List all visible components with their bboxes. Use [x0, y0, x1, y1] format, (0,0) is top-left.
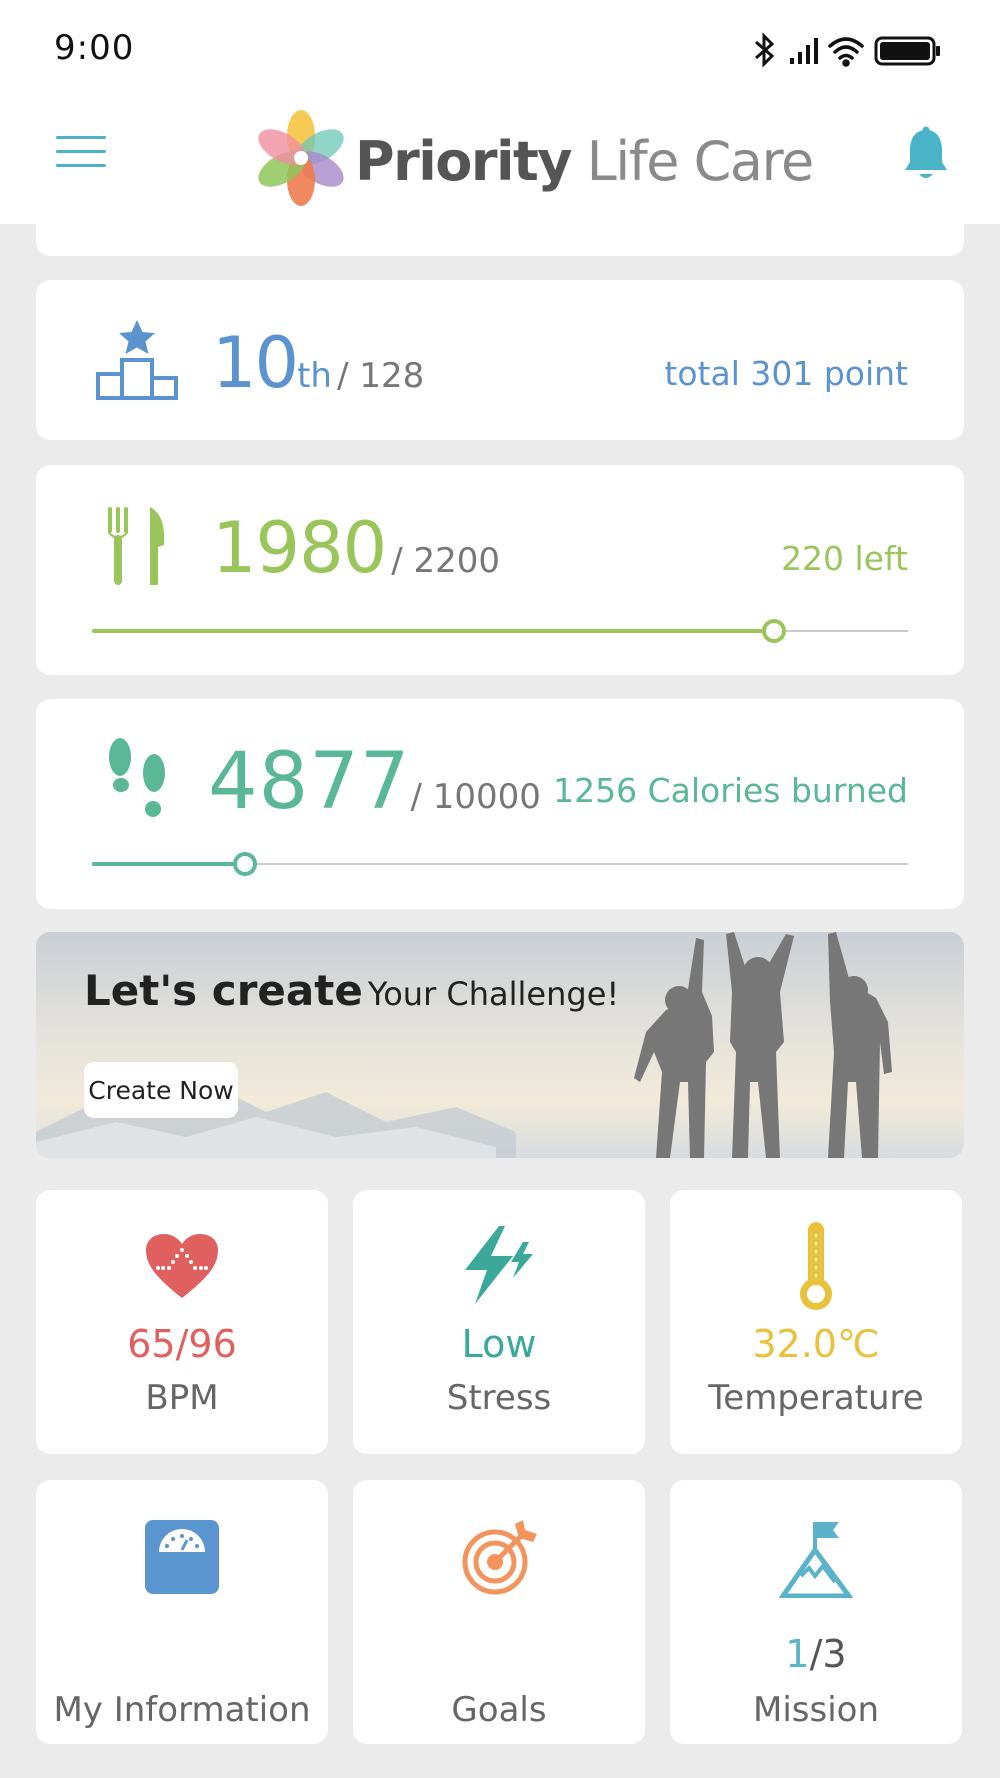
- scale-icon: [145, 1520, 219, 1594]
- rank-value: 10th / 128: [212, 322, 424, 404]
- stress-label: Stress: [446, 1378, 552, 1418]
- goals-label: Goals: [451, 1690, 547, 1730]
- steps-progress-knob[interactable]: [233, 852, 258, 876]
- heart-rate-icon: [146, 1234, 218, 1298]
- bluetooth-icon: [755, 32, 775, 68]
- mission-label: Mission: [752, 1690, 879, 1730]
- rank-position: 10: [212, 322, 299, 404]
- missions-completed: 1: [785, 1632, 810, 1676]
- calorie-progress-knob[interactable]: [762, 619, 787, 643]
- challenge-banner[interactable]: Let's create Your Challenge! Create Now: [36, 932, 964, 1158]
- goals-tile[interactable]: Goals: [353, 1480, 645, 1744]
- my-information-tile[interactable]: My Information: [36, 1480, 328, 1744]
- brand-name-secondary: Life Care: [586, 130, 815, 193]
- steps-value: 4877/ 10000: [208, 737, 541, 827]
- footprints-icon: [109, 738, 165, 817]
- steps-count: 4877: [208, 737, 411, 827]
- calorie-progress-track: [92, 619, 908, 643]
- banner-title-bold: Let's create: [84, 966, 363, 1015]
- app-header: Priority Life Care: [0, 96, 1000, 224]
- steps-goal: / 10000: [410, 777, 541, 817]
- steps-progress-fill: [92, 862, 246, 866]
- fork-knife-icon: [108, 507, 165, 585]
- status-time: 9:00: [54, 28, 135, 68]
- missions-total: /3: [809, 1632, 847, 1676]
- calorie-progress-fill: [92, 629, 775, 633]
- flower-logo-icon: [258, 110, 344, 206]
- total-points: total 301 point: [664, 354, 908, 393]
- calories-burned: 1256 Calories burned: [553, 771, 908, 810]
- notification-bell-icon[interactable]: [902, 126, 950, 184]
- my-information-label: My Information: [53, 1690, 311, 1730]
- calories-remaining: 220 left: [781, 539, 908, 578]
- status-icons: [755, 32, 940, 68]
- create-now-button[interactable]: Create Now: [84, 1062, 238, 1118]
- stress-tile[interactable]: Low Stress: [353, 1190, 645, 1454]
- brand-name: Priority Life Care: [355, 130, 815, 193]
- mountain-flag-icon: [779, 1522, 853, 1598]
- status-bar: 9:00: [0, 0, 1000, 96]
- steps-card[interactable]: 4877/ 10000 1256 Calories burned: [36, 699, 964, 909]
- rank-suffix: th: [297, 356, 332, 396]
- menu-button[interactable]: [56, 136, 106, 176]
- menu-icon-line: [56, 136, 106, 139]
- calories-consumed: 1980: [212, 507, 387, 589]
- battery-icon: [874, 36, 940, 66]
- bpm-value: 65/96: [127, 1322, 237, 1366]
- scrolled-card-edge: [36, 210, 964, 256]
- calorie-value: 1980 / 2200: [212, 507, 500, 589]
- target-goal-icon: [462, 1520, 537, 1595]
- calorie-intake-card[interactable]: 1980 / 2200 220 left: [36, 465, 964, 675]
- bpm-tile[interactable]: 65/96 BPM: [36, 1190, 328, 1454]
- temperature-value: 32.0℃: [752, 1322, 880, 1366]
- mission-progress: 1/3: [670, 1632, 962, 1676]
- podium-star-icon: [96, 320, 178, 400]
- signal-icon: [790, 38, 818, 64]
- wifi-icon: [828, 37, 864, 67]
- steps-progress-track: [92, 852, 908, 876]
- ranking-card[interactable]: 10th / 128 total 301 point: [36, 280, 964, 440]
- lightning-stress-icon: [465, 1226, 533, 1304]
- brand-name-primary: Priority: [355, 130, 572, 193]
- stress-value: Low: [461, 1322, 537, 1366]
- banner-title: Let's create Your Challenge!: [84, 966, 619, 1015]
- temperature-tile[interactable]: 32.0℃ Temperature: [670, 1190, 962, 1454]
- banner-title-light: Your Challenge!: [367, 975, 620, 1013]
- rank-total: / 128: [337, 356, 425, 396]
- app-logo: Priority Life Care: [255, 108, 814, 208]
- mission-tile[interactable]: 1/3 Mission: [670, 1480, 962, 1744]
- menu-icon-line: [56, 150, 106, 153]
- calorie-goal: / 2200: [391, 541, 501, 581]
- bpm-label: BPM: [145, 1378, 219, 1418]
- thermometer-icon: [800, 1222, 832, 1310]
- temperature-label: Temperature: [708, 1378, 924, 1418]
- menu-icon-line: [56, 164, 106, 167]
